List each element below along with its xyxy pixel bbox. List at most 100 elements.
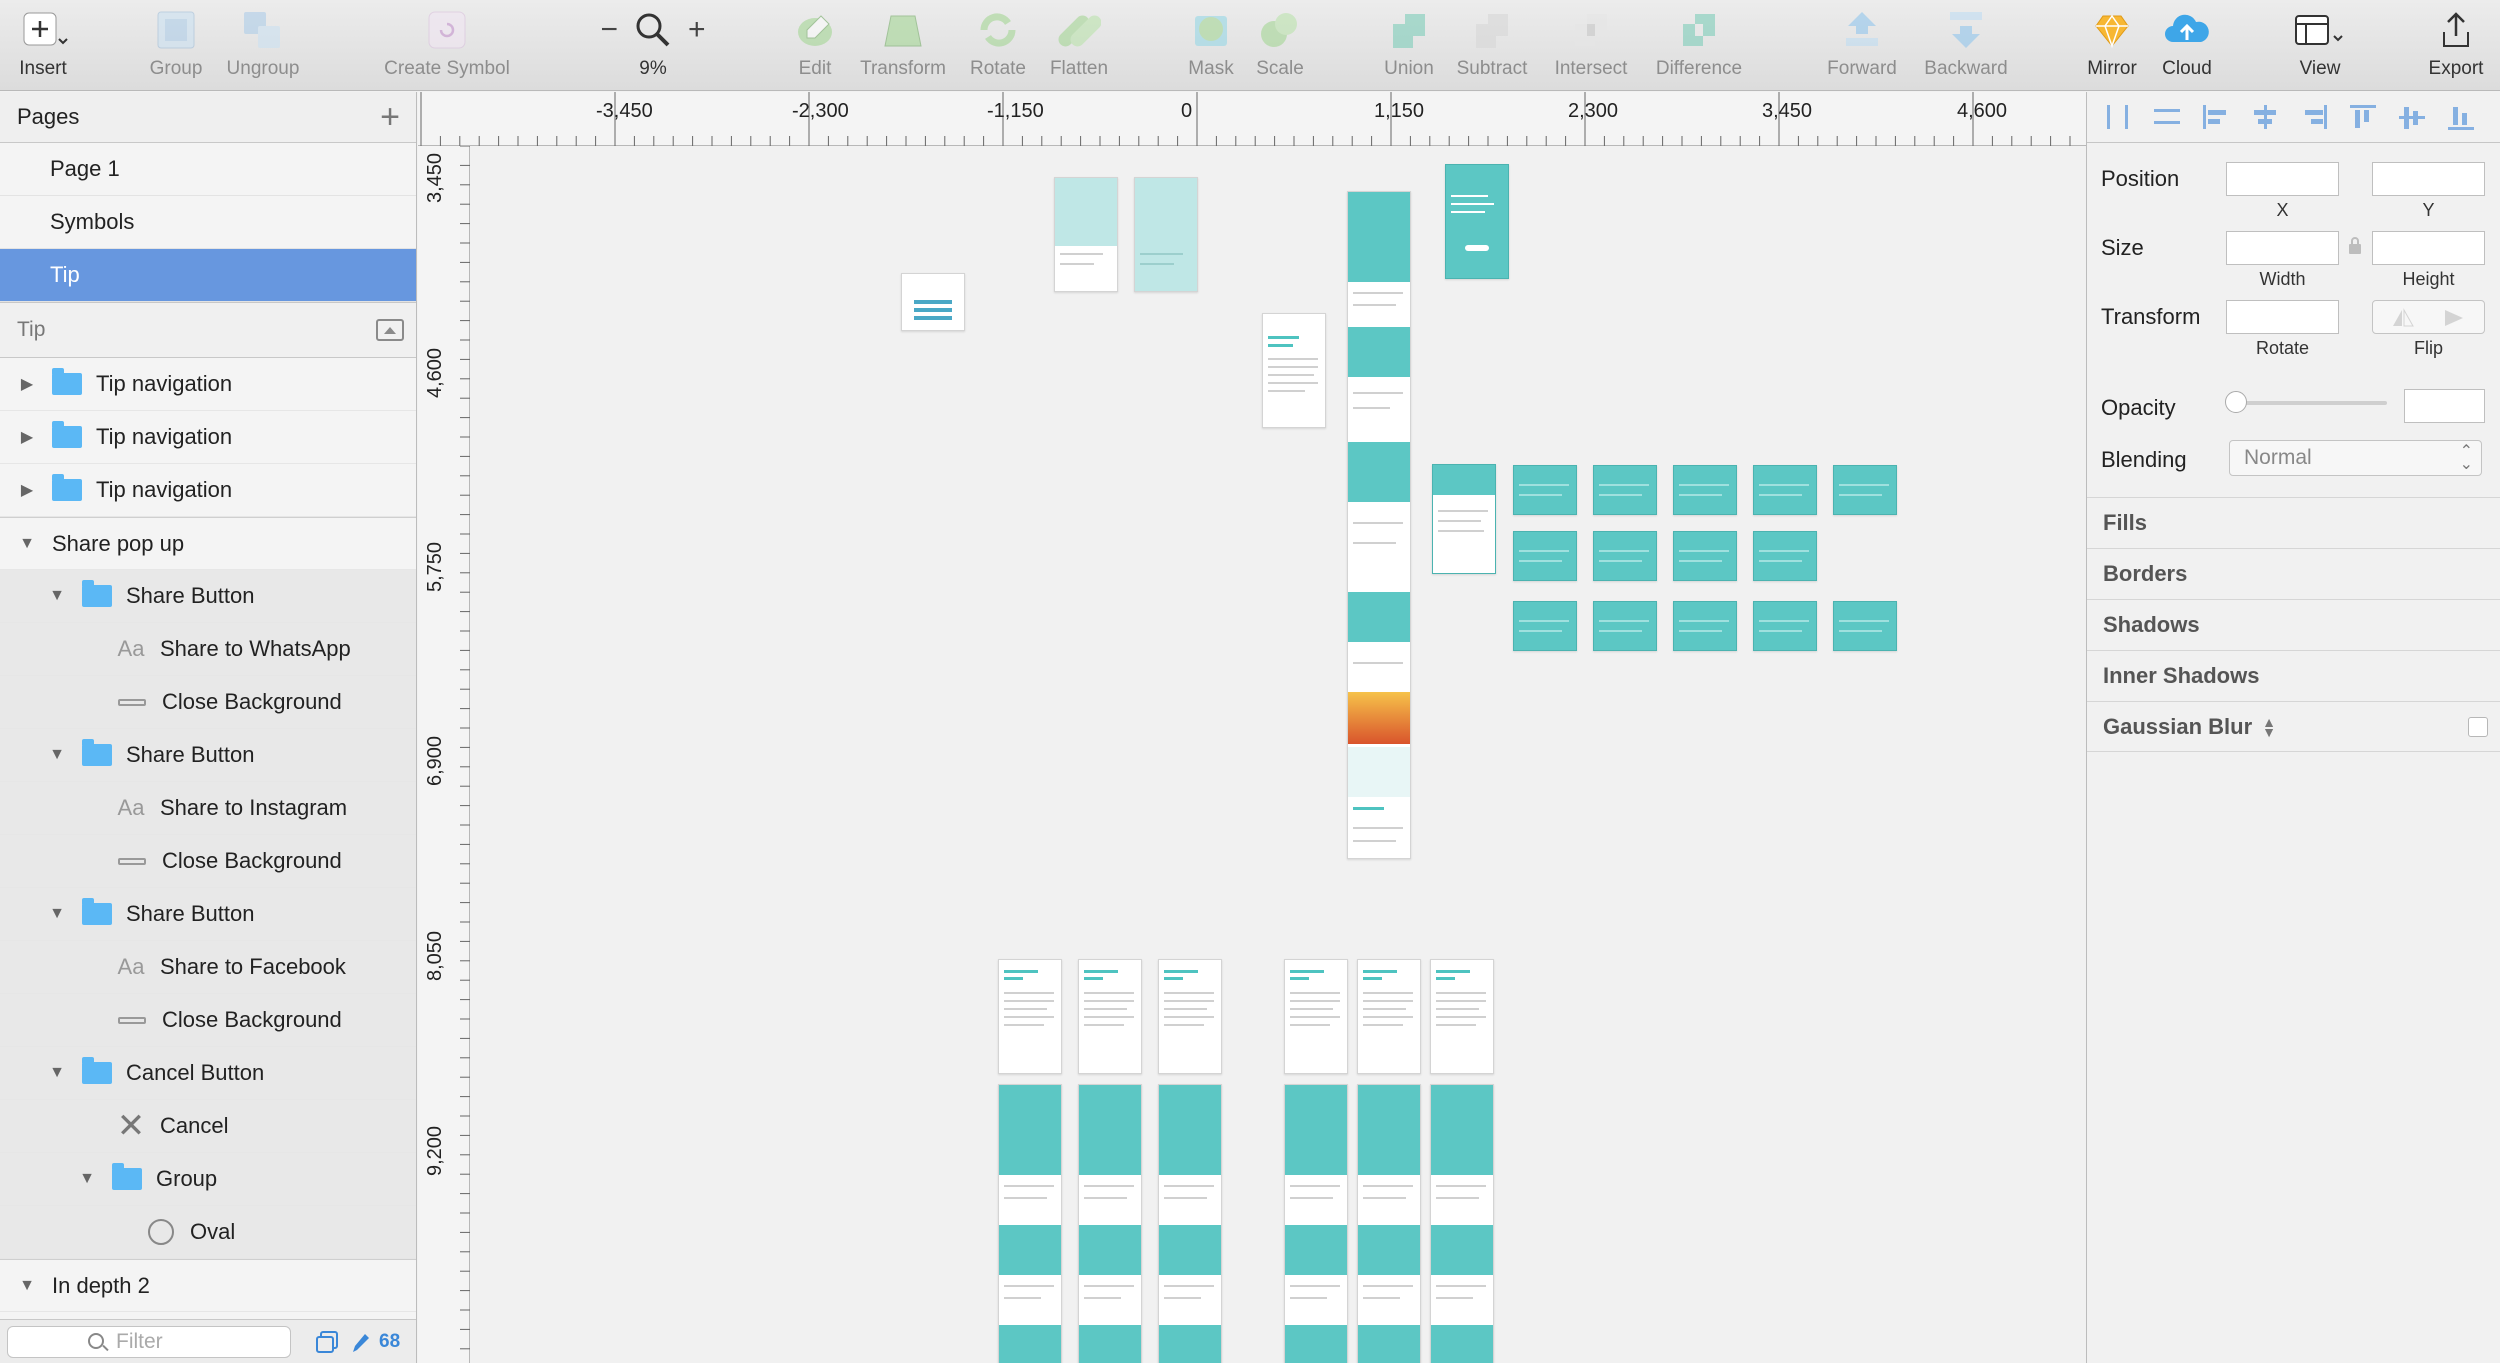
layer-row[interactable]: ✕ Cancel	[0, 1100, 416, 1153]
layer-row[interactable]: ▼ Share Button	[0, 729, 416, 782]
opacity-slider-knob[interactable]	[2225, 391, 2247, 413]
group-button[interactable]: Group	[146, 0, 206, 91]
view-button[interactable]: View	[2290, 0, 2350, 91]
horizontal-ruler[interactable]: -3,450 -2,300 -1,150 0 1,150 2,300 3,450…	[418, 92, 2086, 146]
artboard[interactable]	[1357, 1084, 1421, 1363]
zoom-in-button[interactable]: +	[688, 13, 706, 47]
insert-button[interactable]: Insert	[12, 0, 74, 91]
borders-section[interactable]: Borders	[2087, 548, 2500, 599]
layer-row[interactable]: ▼ In depth 2	[0, 1259, 416, 1312]
artboard[interactable]	[1593, 601, 1657, 651]
artboard[interactable]	[1673, 601, 1737, 651]
width-input[interactable]	[2226, 231, 2339, 265]
flip-vertical-icon[interactable]	[2443, 308, 2467, 328]
backward-button[interactable]: Backward	[1918, 0, 2014, 91]
page-item-page-1[interactable]: Page 1	[0, 143, 416, 196]
position-x-input[interactable]	[2226, 162, 2339, 196]
filter-input[interactable]: Filter	[7, 1325, 291, 1358]
align-right-icon[interactable]	[2299, 103, 2329, 131]
mask-button[interactable]: Mask	[1184, 0, 1238, 91]
artboard[interactable]	[1158, 959, 1222, 1074]
artboard[interactable]	[1673, 531, 1737, 581]
disclosure-down-icon[interactable]: ▼	[44, 901, 70, 927]
gaussian-blur-section[interactable]: Gaussian Blur ▲ ▼	[2087, 701, 2500, 752]
page-item-symbols[interactable]: Symbols	[0, 196, 416, 249]
disclosure-down-icon[interactable]: ▼	[14, 531, 40, 557]
layer-row[interactable]: ▼ Share Button	[0, 888, 416, 941]
artboard[interactable]	[1432, 464, 1496, 574]
artboard[interactable]	[1593, 531, 1657, 581]
layer-row[interactable]: Close Background	[0, 994, 416, 1047]
distribute-horizontal-icon[interactable]	[2103, 103, 2133, 131]
disclosure-right-icon[interactable]: ▶	[14, 371, 40, 397]
disclosure-right-icon[interactable]: ▶	[14, 424, 40, 450]
disclosure-down-icon[interactable]: ▼	[44, 1060, 70, 1086]
artboard[interactable]	[1134, 177, 1198, 292]
fills-section[interactable]: Fills	[2087, 497, 2500, 548]
artboard[interactable]	[1430, 1084, 1494, 1363]
artboard[interactable]	[1078, 1084, 1142, 1363]
position-y-input[interactable]	[2372, 162, 2485, 196]
scale-button[interactable]: Scale	[1252, 0, 1308, 91]
artboard[interactable]	[1078, 959, 1142, 1074]
create-symbol-button[interactable]: Create Symbol	[376, 0, 518, 91]
flip-horizontal-icon[interactable]	[2391, 308, 2415, 328]
blending-select[interactable]: Normal ⌃ ⌄	[2229, 440, 2482, 476]
artboard[interactable]	[1753, 601, 1817, 651]
gaussian-blur-checkbox[interactable]	[2468, 717, 2488, 737]
add-page-icon[interactable]: +	[380, 100, 400, 134]
symbols-filter-icon[interactable]	[315, 1330, 341, 1354]
inner-shadows-section[interactable]: Inner Shadows	[2087, 650, 2500, 701]
subtract-button[interactable]: Subtract	[1450, 0, 1534, 91]
artboard[interactable]	[1430, 959, 1494, 1074]
artboard[interactable]	[1347, 191, 1411, 859]
mirror-button[interactable]: Mirror	[2082, 0, 2142, 91]
rotate-button[interactable]: Rotate	[966, 0, 1030, 91]
distribute-vertical-icon[interactable]	[2152, 103, 2182, 131]
align-center-horizontal-icon[interactable]	[2250, 103, 2280, 131]
zoom-out-button[interactable]: −	[600, 13, 618, 47]
forward-button[interactable]: Forward	[1822, 0, 1902, 91]
layer-row[interactable]: ▶ Tip navigation	[0, 464, 416, 517]
shadows-section[interactable]: Shadows	[2087, 599, 2500, 650]
artboard[interactable]	[1445, 164, 1509, 279]
align-top-icon[interactable]	[2348, 103, 2378, 131]
align-left-icon[interactable]	[2201, 103, 2231, 131]
disclosure-down-icon[interactable]: ▼	[44, 583, 70, 609]
opacity-slider[interactable]	[2225, 391, 2387, 413]
artboard[interactable]	[1513, 601, 1577, 651]
artboard[interactable]	[1833, 601, 1897, 651]
intersect-button[interactable]: Intersect	[1548, 0, 1634, 91]
layer-row[interactable]: Oval	[0, 1206, 416, 1259]
difference-button[interactable]: Difference	[1648, 0, 1750, 91]
layer-row[interactable]: ▼ Share Button	[0, 570, 416, 623]
opacity-input[interactable]	[2404, 389, 2485, 423]
align-bottom-icon[interactable]	[2446, 103, 2476, 131]
artboard[interactable]	[1753, 531, 1817, 581]
disclosure-down-icon[interactable]: ▼	[14, 1273, 40, 1299]
ungroup-button[interactable]: Ungroup	[222, 0, 304, 91]
layer-row[interactable]: Close Background	[0, 676, 416, 729]
disclosure-down-icon[interactable]: ▼	[44, 742, 70, 768]
artboard[interactable]	[1513, 531, 1577, 581]
layer-row[interactable]: ▶ Tip navigation	[0, 411, 416, 464]
cloud-button[interactable]: Cloud	[2158, 0, 2216, 91]
artboard[interactable]	[1833, 465, 1897, 515]
disclosure-right-icon[interactable]: ▶	[14, 477, 40, 503]
transform-button[interactable]: Transform	[853, 0, 953, 91]
export-button[interactable]: Export	[2424, 0, 2488, 91]
layer-row[interactable]: ▼ Share pop up	[0, 517, 416, 570]
union-button[interactable]: Union	[1380, 0, 1438, 91]
layer-row[interactable]: ▼ Cancel Button	[0, 1047, 416, 1100]
disclosure-down-icon[interactable]: ▼	[74, 1166, 100, 1192]
artboard[interactable]	[1357, 959, 1421, 1074]
artboard[interactable]	[1158, 1084, 1222, 1363]
artboard[interactable]	[1593, 465, 1657, 515]
canvas[interactable]	[471, 147, 2086, 1363]
rotate-input[interactable]	[2226, 300, 2339, 334]
artboard[interactable]	[1673, 465, 1737, 515]
artboard[interactable]	[998, 959, 1062, 1074]
vertical-ruler[interactable]: 3,450 4,600 5,750 6,900 8,050 9,200	[418, 146, 470, 1363]
layer-row[interactable]: Aa Share to Facebook	[0, 941, 416, 994]
artboard[interactable]	[1284, 1084, 1348, 1363]
